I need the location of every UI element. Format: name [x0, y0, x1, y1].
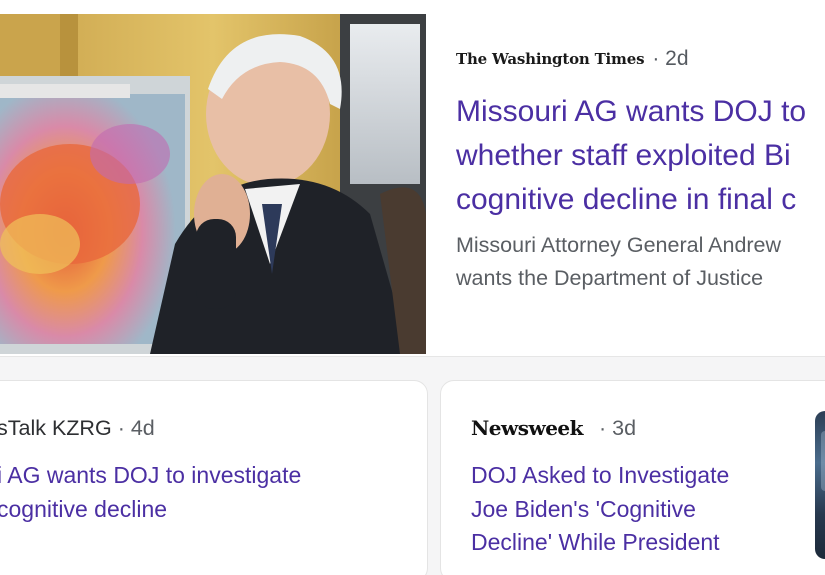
top-story-time: · 2d: [652, 47, 689, 70]
top-story-image[interactable]: [0, 14, 426, 354]
story-source-newsweek[interactable]: Newsweek · 3d: [471, 411, 636, 445]
story-headline-kzrg-link[interactable]: i AG wants DOJ to investigate cognitive …: [0, 459, 301, 526]
story-headline-newsweek-link[interactable]: DOJ Asked to Investigate Joe Biden's 'Co…: [471, 459, 729, 560]
top-story-card[interactable]: The Washington Times · 2d Missouri AG wa…: [0, 0, 825, 357]
story-card-kzrg[interactable]: sTalk KZRG · 4d i AG wants DOJ to invest…: [0, 380, 428, 575]
story-time-kzrg: · 4d: [117, 415, 155, 440]
top-story-headline-link[interactable]: Missouri AG wants DOJ to whether staff e…: [456, 90, 816, 222]
newsweek-logo: Newsweek: [471, 416, 584, 440]
story-thumbnail-newsweek[interactable]: [815, 411, 825, 559]
story-card-newsweek[interactable]: Newsweek · 3d DOJ Asked to Investigate J…: [440, 380, 825, 575]
washington-times-logo: The Washington Times: [456, 50, 645, 68]
top-story-source[interactable]: The Washington Times · 2d: [456, 44, 689, 74]
story-source-kzrg[interactable]: sTalk KZRG · 4d: [0, 411, 155, 445]
top-story-snippet: Missouri Attorney General Andrew wants t…: [456, 233, 782, 290]
story-time-newsweek: · 3d: [599, 415, 637, 440]
source-name-kzrg: sTalk KZRG: [0, 415, 112, 440]
news-results-page: The Washington Times · 2d Missouri AG wa…: [0, 0, 825, 575]
